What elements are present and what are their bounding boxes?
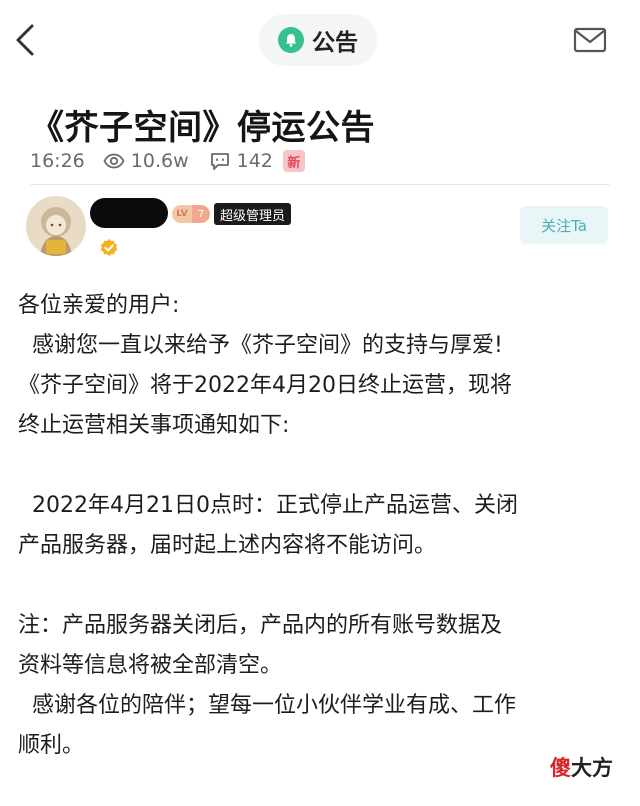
- eye-icon: [103, 153, 125, 169]
- follow-button[interactable]: 关注Ta: [520, 206, 608, 244]
- bell-icon: [278, 27, 304, 53]
- divider: [30, 184, 610, 185]
- level-badge: LV 7: [172, 205, 210, 223]
- body-line: 2022年4月21日0点时：正式停止产品运营、关闭: [18, 493, 518, 518]
- top-nav-bar: 公告: [0, 0, 640, 84]
- mail-button[interactable]: [572, 24, 608, 56]
- body-line: 产品服务器，届时起上述内容将不能访问。: [18, 533, 437, 558]
- level-prefix: LV: [172, 205, 192, 223]
- verified-icon: [99, 238, 119, 258]
- body-line: 终止运营相关事项通知如下:: [18, 413, 290, 438]
- comment-icon: [210, 153, 229, 170]
- watermark-text: 大方: [571, 756, 613, 780]
- page-title: 公告: [312, 30, 358, 56]
- avatar-image: [26, 196, 86, 256]
- watermark: 傻 大方: [550, 752, 613, 782]
- avatar[interactable]: [26, 196, 86, 256]
- body-line: 感谢各位的陪伴；望每一位小伙伴学业有成、工作: [18, 693, 516, 718]
- body-line: 《芥子空间》将于2022年4月20日终止运营，现将: [18, 373, 512, 398]
- post-time: 16:26: [30, 150, 85, 172]
- role-badge: 超级管理员: [214, 203, 292, 225]
- post-title: 《芥子空间》停运公告: [30, 108, 375, 148]
- comment-count: 142: [236, 150, 273, 172]
- announcement-body: 各位亲爱的用户: 感谢您一直以来给予《芥子空间》的支持与厚爱! 《芥子空间》将于…: [18, 286, 630, 766]
- level-number: 7: [192, 205, 210, 223]
- chevron-left-icon: [16, 24, 34, 56]
- back-button[interactable]: [8, 20, 44, 60]
- mail-icon: [573, 27, 607, 53]
- body-line: 注：产品服务器关闭后，产品内的所有账号数据及: [18, 613, 503, 638]
- body-line: 顺利。: [18, 733, 85, 758]
- username-redacted: [90, 198, 168, 228]
- body-line: 资料等信息将被全部清空。: [18, 653, 283, 678]
- new-badge: 新: [282, 150, 305, 172]
- post-meta: 16:26 10.6w 142 新: [30, 148, 305, 174]
- watermark-char: 傻: [550, 756, 571, 780]
- view-count: 10.6w: [130, 150, 189, 172]
- announcement-pill: 公告: [259, 14, 377, 66]
- body-line: 各位亲爱的用户:: [18, 293, 180, 318]
- body-line: 感谢您一直以来给予《芥子空间》的支持与厚爱!: [18, 333, 503, 358]
